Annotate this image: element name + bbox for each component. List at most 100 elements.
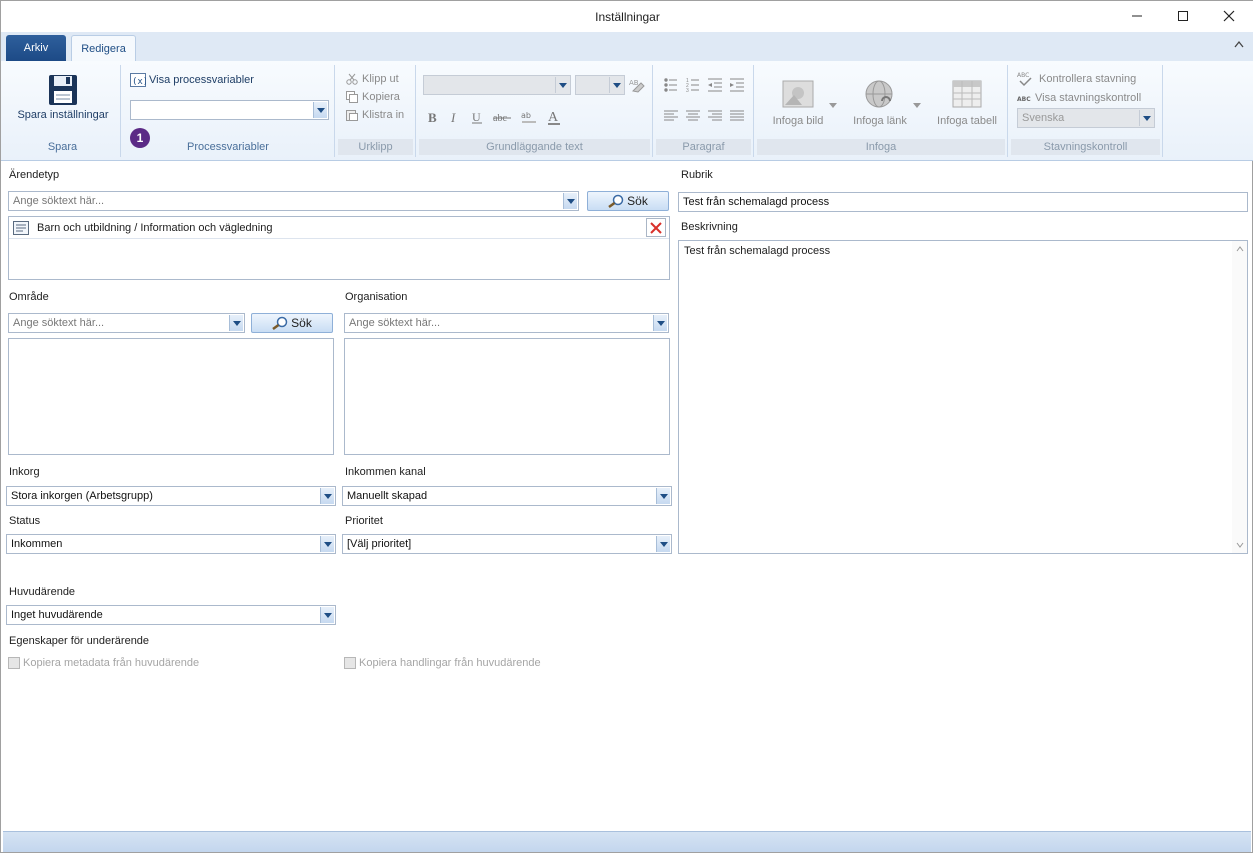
copy-documents-checkbox[interactable] [344, 657, 356, 669]
font-family-select[interactable] [423, 75, 571, 95]
arendetyp-label: Ärendetyp [9, 169, 60, 181]
globe-link-icon [865, 80, 893, 108]
chevron-down-icon[interactable] [913, 103, 921, 109]
chevron-down-icon[interactable] [229, 315, 243, 331]
svg-text:3: 3 [686, 88, 689, 93]
font-size-select[interactable] [575, 75, 625, 95]
prioritet-select[interactable]: [Välj prioritet] [342, 534, 672, 554]
group-label-stavningskontroll: Stavningskontroll [1011, 139, 1160, 155]
scrollbar[interactable] [1232, 241, 1247, 553]
chevron-down-icon[interactable] [320, 607, 334, 623]
chevron-up-icon[interactable] [1236, 246, 1244, 252]
spellcheck-icon: ABC [1017, 72, 1032, 87]
language-select[interactable]: Svenska [1017, 108, 1155, 128]
chevron-down-icon[interactable] [829, 103, 837, 109]
image-icon [782, 80, 814, 108]
cut-button[interactable]: Klipp ut [346, 73, 399, 85]
arendetyp-search-input[interactable]: Ange söktext här... [8, 191, 579, 211]
paste-button[interactable]: Klistra in [346, 109, 404, 121]
chevron-down-icon[interactable] [609, 77, 623, 93]
omrade-search-button[interactable]: Sök [251, 313, 333, 333]
chevron-down-icon[interactable] [320, 488, 334, 504]
omrade-label: Område [9, 291, 49, 303]
copy-button[interactable]: Kopiera [346, 91, 400, 103]
language-value: Svenska [1022, 112, 1065, 124]
save-settings-button[interactable]: Spara inställningar [15, 69, 111, 129]
ribbon-collapse-button[interactable] [1234, 39, 1244, 51]
minimize-button[interactable] [1114, 1, 1160, 31]
align-center-icon [686, 110, 700, 121]
italic-icon[interactable]: I [449, 110, 461, 124]
chevron-down-icon[interactable] [555, 77, 569, 93]
maximize-button[interactable] [1160, 1, 1206, 31]
inkorg-value: Stora inkorgen (Arbetsgrupp) [11, 490, 153, 502]
remove-arendetyp-button[interactable] [646, 218, 666, 237]
organisation-search-input[interactable]: Ange söktext här... [344, 313, 669, 333]
group-label-infoga: Infoga [757, 139, 1005, 155]
arendetyp-search-button[interactable]: Sök [587, 191, 669, 211]
insert-link-button[interactable]: Infoga länk [845, 79, 915, 127]
highlight-icon[interactable]: ab [521, 110, 537, 124]
arendetyp-search-label: Sök [627, 194, 648, 208]
group-label-spara: Spara [47, 141, 78, 153]
insert-image-button[interactable]: Infoga bild [763, 79, 833, 127]
list-item[interactable]: Barn och utbildning / Information och vä… [9, 217, 669, 239]
rubrik-label: Rubrik [681, 169, 713, 181]
clear-format-icon[interactable]: AB [629, 77, 645, 93]
strikethrough-icon[interactable]: abc [493, 110, 511, 124]
group-label-paragraf: Paragraf [656, 139, 751, 155]
process-variable-select[interactable] [130, 100, 329, 120]
group-spara: Spara inställningar Spara [5, 65, 121, 157]
prioritet-label: Prioritet [345, 515, 383, 527]
chevron-down-icon[interactable] [313, 102, 327, 118]
show-spellcheck-button[interactable]: ABC Visa stavningskontroll [1017, 92, 1141, 104]
underline-icon[interactable]: U [471, 110, 483, 124]
svg-text:I: I [450, 110, 456, 124]
huvudarende-value: Inget huvudärende [11, 609, 103, 621]
check-spelling-button[interactable]: ABC Kontrollera stavning [1017, 71, 1136, 87]
category-icon [13, 221, 29, 235]
align-left-icon [664, 110, 678, 121]
chevron-down-icon[interactable] [320, 536, 334, 552]
omrade-search-input[interactable]: Ange söktext här... [8, 313, 245, 333]
omrade-search-label: Sök [291, 316, 312, 330]
save-settings-label: Spara inställningar [17, 109, 109, 121]
copy-icon [346, 91, 358, 103]
tab-arkiv[interactable]: Arkiv [6, 35, 66, 61]
svg-text:U: U [472, 110, 481, 124]
tab-redigera[interactable]: Redigera [71, 35, 136, 61]
rubrik-input[interactable]: Test från schemalagd process [678, 192, 1248, 212]
group-label-grundlaggande-text: Grundläggande text [419, 139, 650, 155]
inkorg-select[interactable]: Stora inkorgen (Arbetsgrupp) [6, 486, 336, 506]
list-buttons: 123 [664, 78, 744, 93]
title-bar: Inställningar [1, 1, 1253, 32]
huvudarende-select[interactable]: Inget huvudärende [6, 605, 336, 625]
insert-table-button[interactable]: Infoga tabell [929, 79, 1005, 127]
align-right-icon [708, 110, 722, 121]
organisation-list[interactable] [344, 338, 670, 455]
minimize-icon [1132, 15, 1142, 17]
text-format-buttons: B I U abc ab A [427, 109, 561, 125]
bold-icon[interactable]: B [427, 110, 439, 124]
chevron-down-icon[interactable] [656, 488, 670, 504]
omrade-list[interactable] [8, 338, 334, 455]
copy-metadata-checkbox[interactable] [8, 657, 20, 669]
chevron-down-icon[interactable] [653, 315, 667, 331]
kanal-select[interactable]: Manuellt skapad [342, 486, 672, 506]
group-infoga: Infoga bild Infoga länk Infoga tabell In… [755, 65, 1008, 157]
show-process-variables-button[interactable]: (x) Visa processvariabler [130, 73, 254, 87]
chevron-down-icon[interactable] [563, 193, 577, 209]
check-spelling-label: Kontrollera stavning [1039, 73, 1137, 85]
numbered-list-icon: 123 [686, 78, 699, 93]
indent-icon [730, 78, 744, 92]
search-icon [608, 194, 624, 208]
status-select[interactable]: Inkommen [6, 534, 336, 554]
table-icon [952, 80, 982, 108]
chevron-down-icon[interactable] [656, 536, 670, 552]
font-color-icon[interactable]: A [547, 109, 561, 125]
close-button[interactable] [1206, 1, 1252, 31]
chevron-down-icon[interactable] [1139, 110, 1153, 126]
beskrivning-textarea[interactable]: Test från schemalagd process [678, 240, 1248, 554]
chevron-down-icon[interactable] [1236, 542, 1244, 548]
kanal-value: Manuellt skapad [347, 490, 428, 502]
